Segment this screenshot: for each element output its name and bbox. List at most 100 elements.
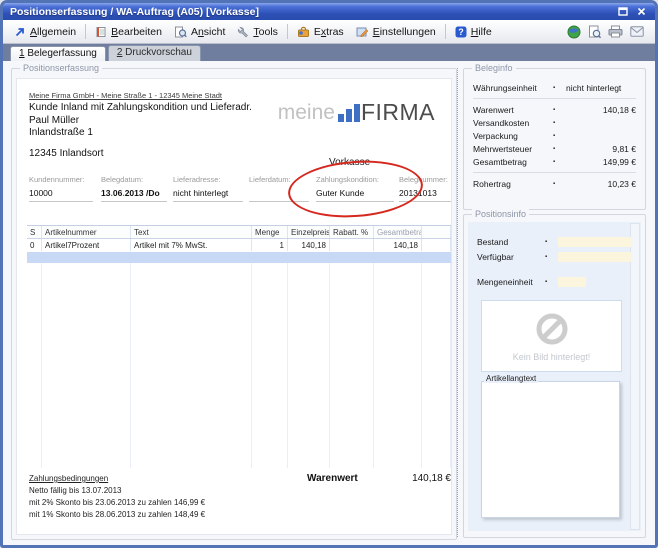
verfuegbar-value-box xyxy=(558,252,632,262)
menu-extras-label: Extras xyxy=(314,26,344,38)
menu-einstellungen[interactable]: Einstellungen xyxy=(350,24,442,40)
logo-word-firma: FIRMA xyxy=(361,103,435,122)
positionsinfo-row-verfuegbar: Verfügbar ▪ xyxy=(468,251,632,263)
col-header-s[interactable]: S xyxy=(27,226,42,238)
recipient-name: Kunde Inland mit Zahlungskondition und L… xyxy=(29,102,252,113)
window-close-button[interactable] xyxy=(634,6,648,18)
menu-allgemein-label: Allgemein xyxy=(30,26,76,38)
help-icon: ? xyxy=(455,26,467,38)
equals-bullet-icon: ▪ xyxy=(553,133,566,139)
field-kundennummer[interactable]: Kundennummer: 10000 xyxy=(29,175,93,202)
payment-line: mit 2% Skonto bis 23.06.2013 zu zahlen 1… xyxy=(29,497,205,509)
sender-line: Meine Firma GmbH - Meine Straße 1 - 1234… xyxy=(29,91,222,100)
tab-belegerfassung[interactable]: 1 Belegerfassung xyxy=(10,46,106,62)
menu-tools[interactable]: Tools xyxy=(231,24,284,40)
menu-separator xyxy=(85,24,86,39)
artikellangtext-label: Artikellangtext xyxy=(484,374,538,383)
col-header-menge[interactable]: Menge xyxy=(252,226,288,238)
positionserfassung-group: Positionserfassung Meine Firma GmbH - Me… xyxy=(11,68,457,540)
no-image-text: Kein Bild hinterlegt! xyxy=(513,352,591,362)
email-icon[interactable] xyxy=(630,26,644,37)
tab-strip: 1 Belegerfassung 2 Druckvorschau xyxy=(3,44,655,61)
recipient-street: Inlandstraße 1 xyxy=(29,127,93,138)
article-image-placeholder: Kein Bild hinterlegt! xyxy=(481,300,622,372)
equals-bullet-icon: ▪ xyxy=(545,254,558,260)
beleginfo-group: Beleginfo Währungseinheit ▪ nicht hinter… xyxy=(463,68,646,210)
cell-status: 0 xyxy=(27,239,42,251)
total-label: Warenwert xyxy=(307,473,358,484)
equals-bullet-icon: ▪ xyxy=(553,159,566,165)
document-total: Warenwert 140,18 € xyxy=(307,473,451,484)
col-header-rabatt[interactable]: Rabatt. % xyxy=(330,226,374,238)
positionsinfo-group: Positionsinfo Bestand ▪ Verfügbar ▪ Meng… xyxy=(463,214,646,538)
positionsinfo-scrollbar[interactable] xyxy=(630,223,640,530)
settings-pencil-icon xyxy=(356,26,369,38)
positionserfassung-group-label: Positionserfassung xyxy=(20,63,102,73)
menu-separator xyxy=(445,24,446,39)
payment-line: mit 1% Skonto bis 28.06.2013 zu zahlen 1… xyxy=(29,509,205,521)
no-image-icon xyxy=(534,311,570,347)
beleginfo-row-mehrwertsteuer: Mehrwertsteuer ▪ 9,81 € xyxy=(464,142,645,155)
table-row[interactable]: 0 Artikel7Prozent Artikel mit 7% MwSt. 1… xyxy=(27,239,451,251)
menu-bar: Allgemein Bearbeiten Ansicht xyxy=(3,20,655,44)
beleginfo-divider xyxy=(473,172,636,173)
positionsinfo-row-bestand: Bestand ▪ xyxy=(468,236,632,248)
artikellangtext-textarea[interactable] xyxy=(481,381,620,518)
maximize-icon xyxy=(618,7,628,16)
col-header-einzelpreis[interactable]: Einzelpreis xyxy=(288,226,330,238)
menu-separator xyxy=(287,24,288,39)
equals-bullet-icon: ▪ xyxy=(553,181,566,187)
print-preview-icon[interactable] xyxy=(588,25,601,39)
beleginfo-row-versandkosten: Versandkosten ▪ xyxy=(464,116,645,129)
col-header-text[interactable]: Text xyxy=(131,226,252,238)
col-header-gesamtbetrag[interactable]: Gesamtbetrag xyxy=(374,226,422,238)
logo-word-meine: meine xyxy=(278,104,335,122)
mengeneinheit-value-box xyxy=(558,277,586,287)
equals-bullet-icon: ▪ xyxy=(553,107,566,113)
document-preview: Meine Firma GmbH - Meine Straße 1 - 1234… xyxy=(16,78,452,535)
positionsinfo-group-label: Positionsinfo xyxy=(472,209,529,219)
field-belegdatum[interactable]: Belegdatum: 13.06.2013 /Do xyxy=(101,175,167,202)
toolbox-icon xyxy=(297,26,310,38)
equals-bullet-icon: ▪ xyxy=(545,279,558,285)
equals-bullet-icon: ▪ xyxy=(545,239,558,245)
recipient-city: 12345 Inlandsort xyxy=(29,148,104,159)
selected-empty-row[interactable] xyxy=(27,252,451,263)
equals-bullet-icon: ▪ xyxy=(553,146,566,152)
positionsinfo-row-mengeneinheit: Mengeneinheit ▪ xyxy=(468,276,586,288)
printer-icon[interactable] xyxy=(608,25,623,38)
menu-bearbeiten-label: Bearbeiten xyxy=(111,26,162,38)
recipient-contact: Paul Müller xyxy=(29,115,79,126)
menu-hilfe[interactable]: ? Hilfe xyxy=(449,24,498,40)
beleginfo-rows: Währungseinheit ▪ nicht hinterlegt Waren… xyxy=(464,69,645,209)
globe-icon[interactable] xyxy=(567,25,581,39)
logo-bar-chart-icon xyxy=(338,104,360,122)
panel-splitter[interactable] xyxy=(457,68,458,537)
window-maximize-button[interactable] xyxy=(616,6,630,18)
positionsinfo-panel: Bestand ▪ Verfügbar ▪ Mengeneinheit ▪ xyxy=(468,222,641,531)
cell-rabatt xyxy=(330,239,374,251)
col-header-artikelnummer[interactable]: Artikelnummer xyxy=(42,226,131,238)
payment-line: Netto fällig bis 13.07.2013 xyxy=(29,485,205,497)
beleginfo-row-waehrungseinheit: Währungseinheit ▪ nicht hinterlegt xyxy=(464,81,645,94)
menu-extras[interactable]: Extras xyxy=(291,24,350,40)
cell-text: Artikel mit 7% MwSt. xyxy=(131,239,252,251)
cell-gesamtbetrag: 140,18 xyxy=(374,239,422,251)
cell-artikelnummer: Artikel7Prozent xyxy=(42,239,131,251)
menu-einstellungen-label: Einstellungen xyxy=(373,26,436,38)
payment-terms: Zahlungsbedingungen Netto fällig bis 13.… xyxy=(29,473,205,521)
close-icon xyxy=(637,7,646,16)
title-bar: Positionserfassung / WA-Auftrag (A05) [V… xyxy=(3,3,655,20)
equals-bullet-icon: ▪ xyxy=(553,120,566,126)
menu-ansicht[interactable]: Ansicht xyxy=(168,24,231,40)
tab-druckvorschau[interactable]: 2 Druckvorschau xyxy=(108,45,201,61)
table-grid-extension xyxy=(27,263,451,468)
field-lieferadresse[interactable]: Lieferadresse: nicht hinterlegt xyxy=(173,175,243,202)
svg-text:?: ? xyxy=(458,27,464,37)
menu-tools-label: Tools xyxy=(253,26,278,38)
positions-table: S Artikelnummer Text Menge Einzelpreis R… xyxy=(27,225,451,468)
beleginfo-row-rohertrag: Rohertrag ▪ 10,23 € xyxy=(464,177,645,190)
menu-bearbeiten[interactable]: Bearbeiten xyxy=(89,24,168,40)
menu-allgemein[interactable]: Allgemein xyxy=(8,24,82,40)
main-content: Positionserfassung Meine Firma GmbH - Me… xyxy=(3,61,655,545)
